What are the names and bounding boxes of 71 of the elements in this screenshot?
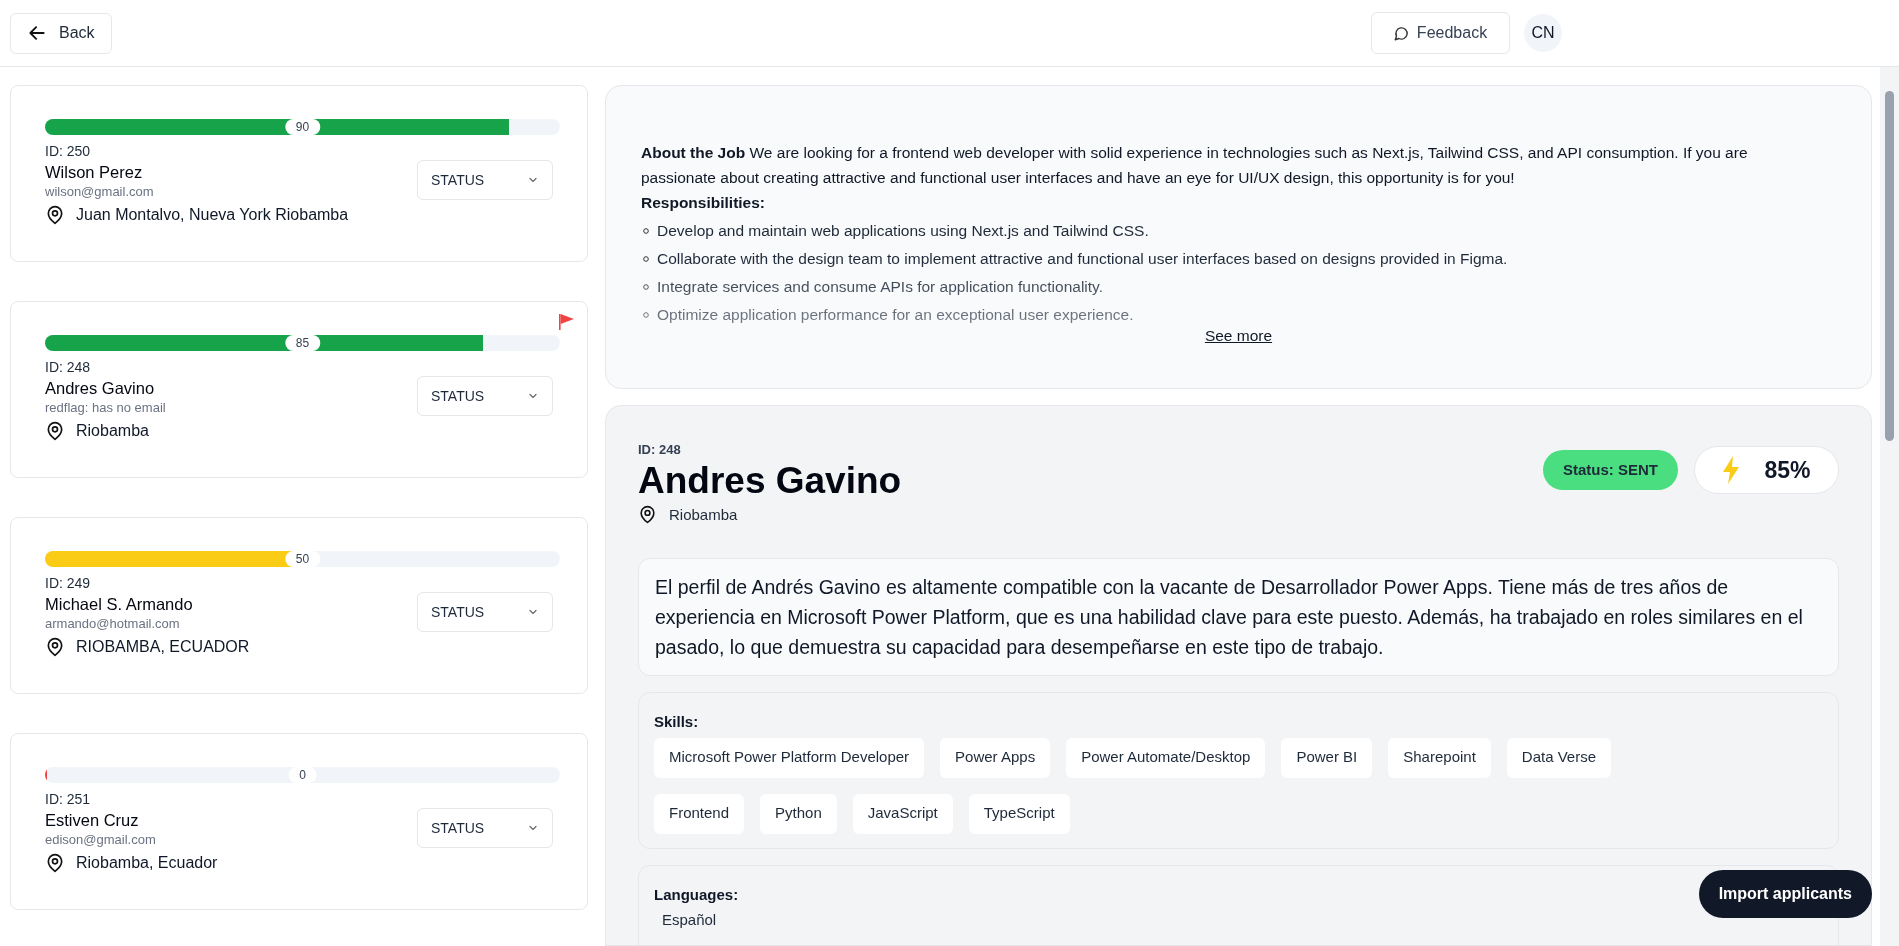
match-score: 85% <box>1764 455 1811 485</box>
responsibilities-heading: Responsibilities: <box>641 193 767 213</box>
skill-tag: Power BI <box>1281 737 1373 778</box>
skill-tag: Frontend <box>654 793 745 834</box>
applicant-location: RIOBAMBA, ECUADOR <box>76 637 250 657</box>
applicant-location: Juan Montalvo, Nueva York Riobamba <box>76 205 349 225</box>
see-more-link[interactable]: See more <box>1204 324 1273 348</box>
skill-tag: Power Apps <box>940 737 1051 778</box>
responsibility-item: Integrate services and consume APIs for application functionality. <box>657 277 1103 297</box>
status-dropdown[interactable]: STATUS <box>417 160 553 200</box>
status-dropdown[interactable]: STATUS <box>417 376 553 416</box>
feedback-button[interactable]: Feedback <box>1371 12 1510 54</box>
applicant-id: ID: 250 <box>45 142 92 161</box>
location-pin-icon <box>45 205 65 225</box>
responsibility-item: Develop and maintain web applications using Next.js and Tailwind CSS. <box>657 221 1149 241</box>
score-label: 0 <box>288 767 317 783</box>
applicant-name: Michael S. Armando <box>45 594 194 615</box>
bullet-icon <box>643 312 649 318</box>
responsibility-item: Optimize application performance for an exceptional user experience. <box>657 305 1134 325</box>
score-label: 50 <box>284 551 321 567</box>
lightning-icon <box>1722 456 1741 484</box>
applicant-email: redflag: has no email <box>45 399 167 417</box>
applicant-id: ID: 249 <box>45 574 92 593</box>
candidate-id: ID: 248 <box>638 441 682 459</box>
applicant-location: Riobamba, Ecuador <box>76 853 218 873</box>
back-button[interactable]: Back <box>10 12 112 54</box>
skill-tag: Data Verse <box>1506 737 1612 778</box>
candidate-summary: El perfil de Andrés Gavino es altamente compatible con la vacante de Desarrollador Power Apps. Tiene más de tres años de experiencia en Microsoft Power Platform, que es una habilidad clave para este puesto. Además, ha trabajado en roles similares en el pasado, lo que demuestra su capacidad para desempeñarse en este tipo de trabajo. <box>638 558 1839 676</box>
user-avatar[interactable]: CN <box>1524 14 1562 52</box>
skill-tag: Power Automate/Desktop <box>1066 737 1266 778</box>
score-label: 85 <box>284 335 321 351</box>
candidate-name: Andres Gavino <box>638 459 903 502</box>
chat-icon <box>1393 25 1409 41</box>
applicant-name: Andres Gavino <box>45 378 156 399</box>
applicant-card[interactable]: 90 ID: 250 Wilson Perez wilson@gmail.com Juan Montalvo, Nueva York Riobamba STATUS <box>10 85 588 262</box>
skill-tag: Sharepoint <box>1388 737 1491 778</box>
applicant-card[interactable]: 0 ID: 251 Estiven Cruz edison@gmail.com Riobamba, Ecuador STATUS <box>10 733 588 910</box>
skill-tag: Microsoft Power Platform Developer <box>654 737 925 778</box>
skill-tag: Python <box>760 793 837 834</box>
bullet-icon <box>643 256 649 262</box>
applicant-card[interactable]: 85 ID: 248 Andres Gavino redflag: has no email Riobamba STATUS <box>10 301 588 478</box>
bullet-icon <box>643 228 649 234</box>
import-applicants-button[interactable]: Import applicants <box>1698 870 1872 918</box>
applicant-id: ID: 248 <box>45 358 92 377</box>
applicant-email: armando@hotmail.com <box>45 615 181 633</box>
applicant-id: ID: 251 <box>45 790 92 809</box>
applicant-location: Riobamba <box>76 421 149 441</box>
location-pin-icon <box>45 853 65 873</box>
skill-tag: JavaScript <box>852 793 953 834</box>
skill-tag: TypeScript <box>968 793 1070 834</box>
applicant-name: Estiven Cruz <box>45 810 140 831</box>
scrollbar[interactable] <box>1880 67 1899 946</box>
back-arrow-icon <box>27 23 47 43</box>
applicant-email: edison@gmail.com <box>45 831 157 849</box>
status-dropdown[interactable]: STATUS <box>417 808 553 848</box>
language-item: Español <box>662 910 718 930</box>
bullet-icon <box>643 284 649 290</box>
status-badge: Status: SENT <box>1543 450 1678 490</box>
applicant-name: Wilson Perez <box>45 162 144 183</box>
applicant-card[interactable]: 50 ID: 249 Michael S. Armando armando@hotmail.com RIOBAMBA, ECUADOR STATUS <box>10 517 588 694</box>
languages-heading: Languages: <box>654 884 739 905</box>
job-intro-text: About the Job We are looking for a frontend web developer with solid experience in technologies such as Next.js, Tailwind CSS, and API consumption. If you are passionate about creating attractive and functional user interfaces and have an eye for UI/UX design, this opportunity is for you! <box>641 143 1749 188</box>
location-pin-icon <box>638 505 657 525</box>
skills-heading: Skills: <box>654 712 699 732</box>
score-label: 90 <box>284 119 321 135</box>
responsibility-item: Collaborate with the design team to implement attractive and functional user interfaces based on designs provided in Figma. <box>657 249 1508 269</box>
candidate-location: Riobamba <box>669 504 738 525</box>
location-pin-icon <box>45 637 65 657</box>
status-dropdown[interactable]: STATUS <box>417 592 553 632</box>
location-pin-icon <box>45 421 65 441</box>
applicant-email: wilson@gmail.com <box>45 183 155 201</box>
